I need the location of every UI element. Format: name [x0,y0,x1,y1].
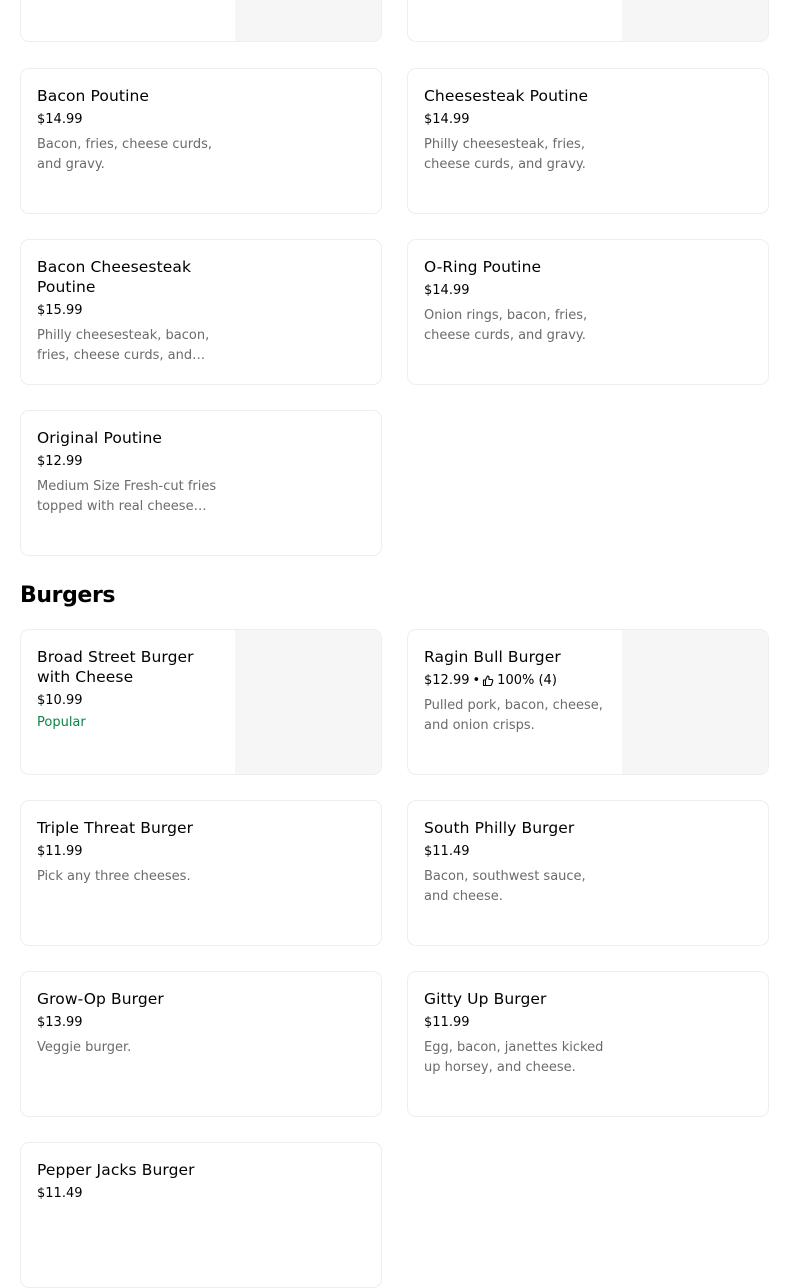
menu-item-card[interactable] [20,0,382,42]
item-price: $14.99 [37,112,83,127]
item-name: Grow-Op Burger [37,990,164,1008]
item-price: $11.99 [37,844,83,859]
item-description: Bacon, southwest sauce, and cheese. [424,869,586,904]
menu-item-card-o-ring-poutine[interactable]: O-Ring Poutine $14.99 Onion rings, bacon… [407,239,769,385]
item-price: $11.99 [424,1015,470,1030]
item-price: $14.99 [424,112,470,127]
item-image-placeholder [622,0,768,41]
menu-item-card-ragin-bull-burger[interactable]: Ragin Bull Burger $12.99 • 100% (4) Pull… [407,629,769,775]
item-description: Philly cheesesteak, bacon, fries, cheese… [37,328,210,363]
item-name: Bacon Poutine [37,87,150,105]
item-price: $10.99 [37,693,83,708]
item-name: South Philly Burger [424,819,575,837]
item-price: $13.99 [37,1015,83,1030]
item-price: $12.99 • 100% (4) [424,673,557,688]
item-image-placeholder [235,0,381,41]
menu-item-card-bacon-cheesesteak-poutine[interactable]: Bacon Cheesesteak Poutine $15.99 Philly … [20,239,382,385]
item-description: Philly cheesesteak, fries, cheese curds,… [424,137,586,172]
item-description: Bacon, fries, cheese curds, and gravy. [37,137,213,172]
item-name: Original Poutine [37,429,163,447]
menu-item-card-original-poutine[interactable]: Original Poutine $12.99 Medium Size Fres… [20,410,382,556]
menu-item-card-broad-street-burger[interactable]: Broad Street Burger with Cheese $10.99 P… [20,629,382,775]
item-rating: 100% (4) [497,673,557,688]
item-price: $14.99 [424,283,470,298]
menu-item-card-gitty-up-burger[interactable]: Gitty Up Burger $11.99 Egg, bacon, janet… [407,971,769,1117]
menu-item-card-grow-op-burger[interactable]: Grow-Op Burger $13.99 Veggie burger. [20,971,382,1117]
menu-item-card-triple-threat-burger[interactable]: Triple Threat Burger $11.99 Pick any thr… [20,800,382,946]
item-price: $12.99 [37,454,83,469]
item-description: Onion rings, bacon, fries, cheese curds,… [424,308,588,343]
item-name: Broad Street Burger with Cheese [37,648,194,686]
price-separator: • [472,673,481,688]
item-name: O-Ring Poutine [424,258,542,276]
menu-item-card-south-philly-burger[interactable]: South Philly Burger $11.49 Bacon, southw… [407,800,769,946]
item-description: Egg, bacon, janettes kicked up horsey, a… [424,1040,604,1075]
item-description: Pick any three cheeses. [37,869,191,884]
item-name: Gitty Up Burger [424,990,547,1008]
menu-item-card-pepper-jacks-burger[interactable]: Pepper Jacks Burger $11.49 [20,1142,382,1288]
menu-item-card-bacon-poutine[interactable]: Bacon Poutine $14.99 Bacon, fries, chees… [20,68,382,214]
item-description: Veggie burger. [37,1040,132,1055]
item-image-placeholder [235,630,381,774]
item-price: $15.99 [37,303,83,318]
item-price: $11.49 [424,844,470,859]
item-description: Pulled pork, bacon, cheese, and onion cr… [424,698,603,733]
thumbs-up-icon [483,675,494,687]
menu-item-card-cheesesteak-poutine[interactable]: Cheesesteak Poutine $14.99 Philly cheese… [407,68,769,214]
item-image-placeholder [622,630,768,774]
item-name: Triple Threat Burger [37,819,194,837]
item-price: $11.49 [37,1186,83,1201]
section-title-burgers: Burgers [20,583,116,608]
item-name: Pepper Jacks Burger [37,1161,195,1179]
menu-item-card[interactable] [407,0,769,42]
item-name: Ragin Bull Burger [424,648,561,666]
item-name: Bacon Cheesesteak Poutine [37,258,192,296]
item-name: Cheesesteak Poutine [424,87,589,105]
popular-badge: Popular [37,715,86,730]
item-description: Medium Size Fresh-cut fries topped with … [37,479,217,514]
